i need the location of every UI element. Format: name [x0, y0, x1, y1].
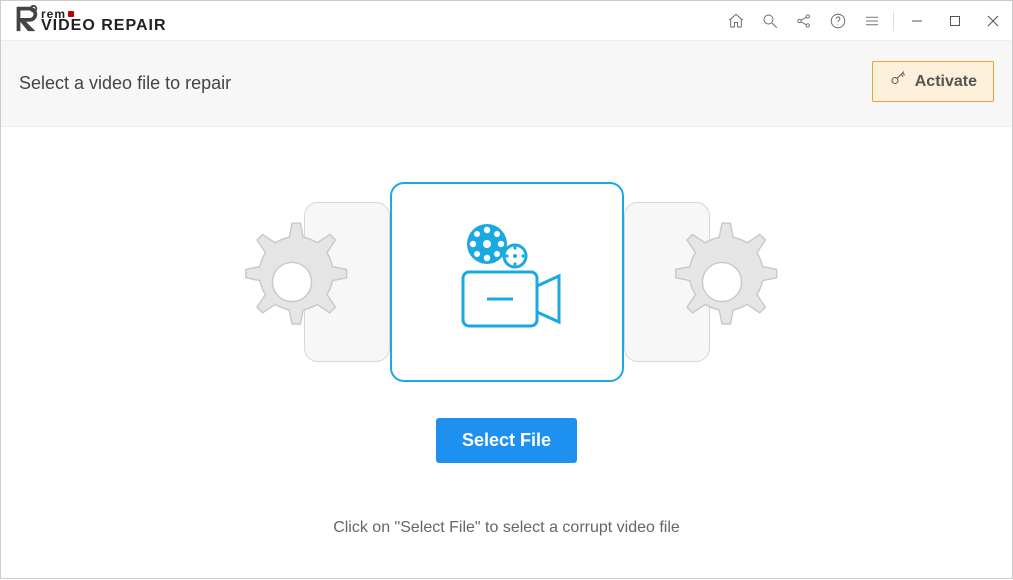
help-icon[interactable] [821, 1, 855, 41]
home-icon[interactable] [719, 1, 753, 41]
hint-text: Click on "Select File" to select a corru… [333, 519, 680, 537]
video-camera-icon [437, 212, 577, 352]
window-maximize-button[interactable] [936, 1, 974, 41]
select-file-button[interactable]: Select File [436, 418, 577, 463]
gear-right-icon [652, 212, 792, 352]
subheader: Select a video file to repair Activate [1, 41, 1012, 127]
center-card [390, 182, 624, 382]
remo-glyph-icon [11, 3, 41, 38]
key-icon [889, 70, 907, 93]
search-icon[interactable] [753, 1, 787, 41]
hero-graphic [297, 182, 717, 382]
page-title: Select a video file to repair [19, 73, 231, 94]
activate-label: Activate [915, 73, 977, 91]
activate-button[interactable]: Activate [872, 61, 994, 102]
main-area: Select File Click on "Select File" to se… [1, 127, 1012, 580]
titlebar-actions [719, 1, 1012, 41]
window-minimize-button[interactable] [898, 1, 936, 41]
titlebar-separator [893, 11, 894, 31]
gear-left-icon [222, 212, 362, 352]
menu-icon[interactable] [855, 1, 889, 41]
app-logo: rem VIDEO REPAIR [1, 3, 167, 38]
titlebar: rem VIDEO REPAIR [1, 1, 1012, 41]
share-icon[interactable] [787, 1, 821, 41]
brand-line2: VIDEO REPAIR [41, 18, 167, 34]
window-close-button[interactable] [974, 1, 1012, 41]
